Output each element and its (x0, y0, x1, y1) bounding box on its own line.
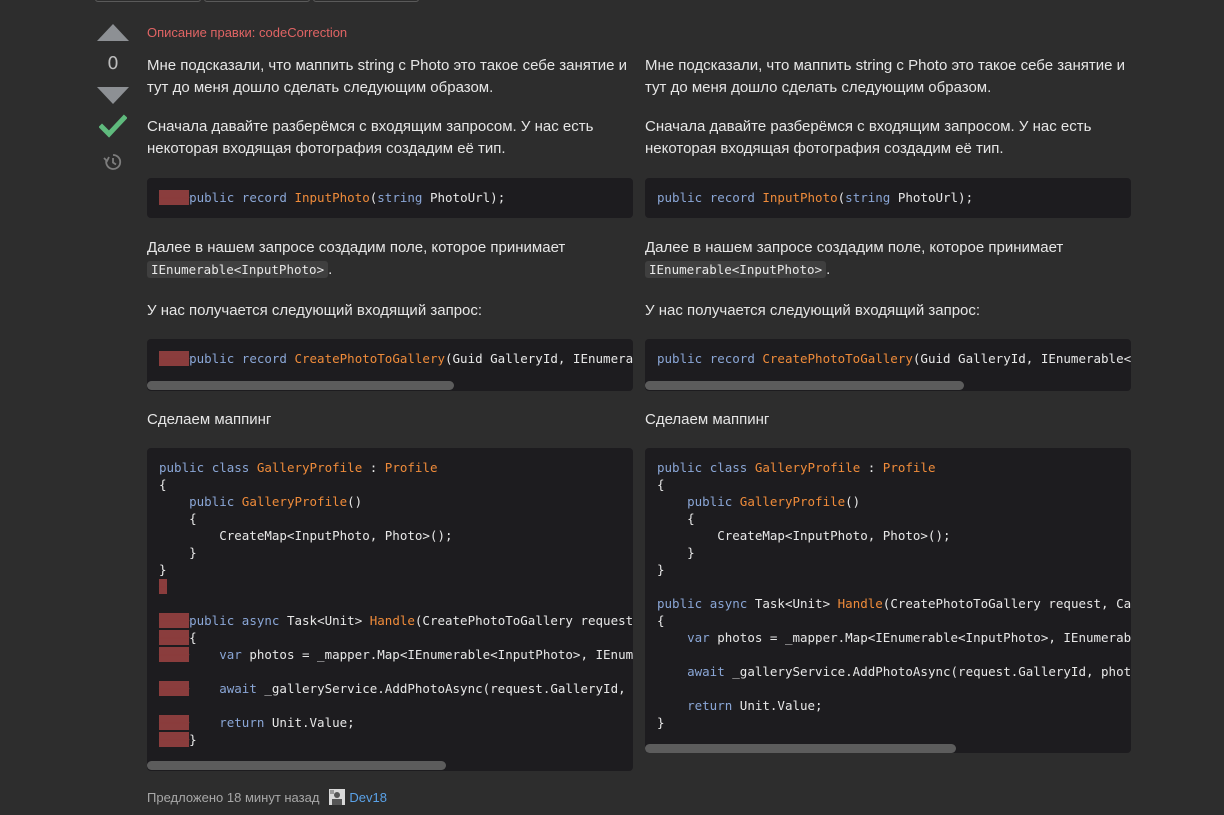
paragraph-field-end: . (826, 261, 831, 278)
user-link[interactable]: Dev18 (349, 790, 387, 805)
paragraph-request: Сначала давайте разберёмся с входящим за… (147, 118, 594, 157)
upvote-icon[interactable] (97, 24, 129, 41)
tab-2[interactable] (204, 0, 310, 2)
edit-description: Описание правки: codeCorrection (147, 25, 348, 40)
paragraph-incoming-request: У нас получается следующий входящий запр… (147, 302, 483, 319)
paragraph-intro: Мне подсказали, что маппить string с Pho… (147, 57, 627, 96)
code-block-create-photo: ────public record CreatePhotoToGallery(G… (147, 339, 633, 391)
tab-3[interactable] (313, 0, 419, 2)
code-block-mapping: public class GalleryProfile : Profile { … (147, 448, 633, 771)
suggested-time: Предложено 18 минут назад (147, 789, 320, 805)
user-avatar-icon[interactable] (329, 789, 346, 805)
paragraph-mapping: Сделаем маппинг (147, 411, 272, 428)
horizontal-scrollbar[interactable] (147, 381, 454, 390)
history-icon[interactable] (103, 152, 123, 172)
horizontal-scrollbar[interactable] (147, 761, 446, 770)
paragraph-field: Далее в нашем запросе создадим поле, кот… (147, 237, 633, 281)
horizontal-scrollbar[interactable] (645, 381, 964, 390)
inline-code: IEnumerable<InputPhoto> (645, 261, 827, 278)
code-block-create-photo: public record CreatePhotoToGallery(Guid … (645, 339, 1131, 391)
paragraph-field: Далее в нашем запросе создадим поле, кот… (645, 237, 1131, 281)
accepted-check-icon[interactable] (99, 114, 127, 140)
paragraph-intro: Мне подсказали, что маппить string с Pho… (645, 57, 1125, 96)
paragraph-incoming-request: У нас получается следующий входящий запр… (645, 302, 981, 319)
tab-1[interactable] (95, 0, 201, 2)
paragraph-field-end: . (328, 261, 333, 278)
paragraph-mapping: Сделаем маппинг (645, 411, 770, 428)
paragraph-request: Сначала давайте разберёмся с входящим за… (645, 118, 1092, 157)
paragraph-field-text: Далее в нашем запросе создадим поле, кот… (645, 239, 1064, 256)
horizontal-scrollbar[interactable] (645, 744, 956, 753)
footer: Предложено 18 минут назад Dev18 (147, 789, 387, 805)
vote-column: 0 (96, 24, 130, 172)
inline-code: IEnumerable<InputPhoto> (147, 261, 329, 278)
code-block-input-photo: public record InputPhoto(string PhotoUrl… (645, 178, 1131, 218)
code-block-mapping: public class GalleryProfile : Profile { … (645, 448, 1131, 753)
vote-count: 0 (107, 53, 119, 74)
downvote-icon[interactable] (97, 87, 129, 104)
paragraph-field-text: Далее в нашем запросе создадим поле, кот… (147, 239, 566, 256)
code-block-input-photo: ────public record InputPhoto(string Phot… (147, 178, 633, 218)
top-tabs (95, 0, 422, 2)
